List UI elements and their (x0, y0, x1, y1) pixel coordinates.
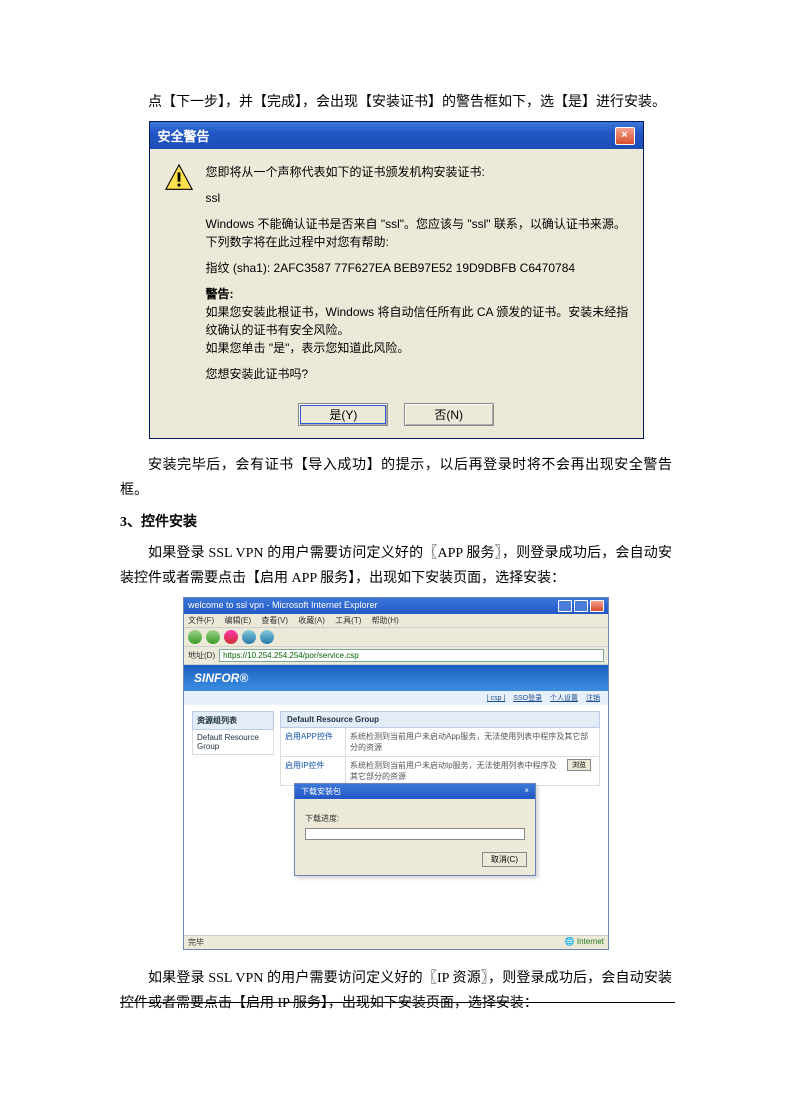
sinfor-header: SINFOR® (184, 665, 608, 691)
close-icon[interactable] (590, 600, 604, 612)
yes-button[interactable]: 是(Y) (298, 403, 388, 426)
link-sso[interactable]: SSO登录 (513, 695, 542, 702)
ie-title: welcome to ssl vpn - Microsoft Internet … (188, 600, 378, 612)
back-icon[interactable] (188, 630, 202, 644)
link-personal[interactable]: 个人设置 (550, 695, 578, 702)
enable-ip-desc: 系统检测到当前用户未启动Ip服务，无法使用列表中程序及其它部分的资源 (346, 757, 563, 785)
paragraph-ip-resource: 如果登录 SSL VPN 的用户需要访问定义好的〖IP 资源〗，则登录成功后，会… (120, 966, 672, 1016)
sinfor-top-links: | csp | SSO登录 个人设置 注销 (184, 691, 608, 705)
address-input[interactable]: https://10.254.254.254/por/service.csp (219, 649, 604, 662)
xp-titlebar: 安全警告 × (150, 122, 643, 149)
enable-app-desc: 系统检测到当前用户未启动App服务，无法使用列表中程序及其它部分的资源 (346, 728, 599, 756)
ie-window: welcome to ssl vpn - Microsoft Internet … (183, 597, 609, 950)
xp-question: 您想安装此证书吗? (206, 365, 629, 383)
menu-file[interactable]: 文件(F) (188, 616, 214, 625)
xp-title: 安全警告 (158, 126, 210, 145)
download-progress-bar (305, 828, 525, 840)
resource-sidebar: 资源组列表 Default Resource Group (192, 711, 274, 786)
link-logout[interactable]: 注销 (586, 695, 600, 702)
forward-icon[interactable] (206, 630, 220, 644)
no-button[interactable]: 否(N) (404, 403, 494, 426)
close-icon[interactable]: × (615, 127, 635, 145)
menu-view[interactable]: 查看(V) (261, 616, 288, 625)
download-progress-label: 下载进度: (305, 813, 525, 824)
home-icon[interactable] (260, 630, 274, 644)
xp-warning-b: 如果您单击 "是"，表示您知道此风险。 (206, 341, 410, 355)
address-label: 地址(D) (188, 650, 215, 661)
refresh-icon[interactable] (242, 630, 256, 644)
xp-warning-a: 如果您安装此根证书，Windows 将自动信任所有此 CA 颁发的证书。安装未经… (206, 305, 629, 337)
browse-button[interactable]: 浏览 (567, 759, 591, 771)
menu-favorites[interactable]: 收藏(A) (298, 616, 325, 625)
link-csp[interactable]: | csp | (487, 695, 505, 702)
ie-toolbar (184, 628, 608, 647)
cancel-button[interactable]: 取消(C) (482, 852, 527, 867)
ie-menubar[interactable]: 文件(F) 编辑(E) 查看(V) 收藏(A) 工具(T) 帮助(H) (184, 614, 608, 628)
warning-icon (164, 163, 194, 193)
xp-line1: 您即将从一个声称代表如下的证书颁发机构安装证书: (206, 163, 629, 181)
xp-warning-label: 警告: (206, 287, 234, 301)
ie-addressbar: 地址(D) https://10.254.254.254/por/service… (184, 647, 608, 665)
paragraph-intro: 点【下一步】，并【完成】，会出现【安装证书】的警告框如下，选【是】进行安装。 (120, 90, 672, 115)
enable-app-link[interactable]: 启用APP控件 (281, 728, 346, 756)
status-zone: 🌐 Internet (565, 937, 604, 948)
xp-message: 您即将从一个声称代表如下的证书颁发机构安装证书: ssl Windows 不能确… (206, 163, 629, 391)
maximize-icon[interactable] (574, 600, 588, 612)
status-left: 完毕 (188, 937, 204, 948)
ie-statusbar: 完毕 🌐 Internet (184, 935, 608, 949)
main-heading: Default Resource Group (280, 711, 600, 728)
minimize-icon[interactable] (558, 600, 572, 612)
xp-line3: Windows 不能确认证书是否来自 "ssl"。您应该与 "ssl" 联系，以… (206, 215, 629, 251)
section-heading-3: 3、控件安装 (120, 510, 672, 535)
sinfor-brand: SINFOR® (194, 671, 248, 685)
close-icon[interactable]: × (524, 786, 529, 797)
xp-thumbprint: 指纹 (sha1): 2AFC3587 77F627EA BEB97E52 19… (206, 259, 629, 277)
download-dialog: 下载安装包 × 下载进度: 取消(C) (294, 783, 536, 876)
ie-titlebar: welcome to ssl vpn - Microsoft Internet … (184, 598, 608, 614)
resource-main: Default Resource Group 启用APP控件 系统检测到当前用户… (280, 711, 600, 786)
menu-edit[interactable]: 编辑(E) (224, 616, 251, 625)
paragraph-app-service: 如果登录 SSL VPN 的用户需要访问定义好的〖APP 服务〗，则登录成功后，… (120, 541, 672, 591)
menu-tools[interactable]: 工具(T) (335, 616, 361, 625)
download-title: 下载安装包 (301, 786, 341, 797)
paragraph-after-dialog: 安装完毕后，会有证书【导入成功】的提示，以后再登录时将不会再出现安全警告框。 (120, 453, 672, 503)
enable-ip-link[interactable]: 启用IP控件 (281, 757, 346, 785)
row-enable-ip: 启用IP控件 系统检测到当前用户未启动Ip服务，无法使用列表中程序及其它部分的资… (280, 757, 600, 786)
stop-icon[interactable] (224, 630, 238, 644)
xp-line2: ssl (206, 189, 629, 207)
sidebar-item-default-group[interactable]: Default Resource Group (192, 730, 274, 755)
menu-help[interactable]: 帮助(H) (372, 616, 399, 625)
sidebar-heading: 资源组列表 (192, 711, 274, 730)
xp-security-warning-dialog: 安全警告 × 您即将从一个声称代表如下的证书颁发机构安装证书: ssl Wind… (149, 121, 644, 439)
page-footer-rule (120, 1002, 675, 1003)
page-content: SINFOR® | csp | SSO登录 个人设置 注销 资源组列表 Defa… (184, 665, 608, 935)
row-enable-app: 启用APP控件 系统检测到当前用户未启动App服务，无法使用列表中程序及其它部分… (280, 728, 600, 757)
download-titlebar: 下载安装包 × (295, 784, 535, 799)
